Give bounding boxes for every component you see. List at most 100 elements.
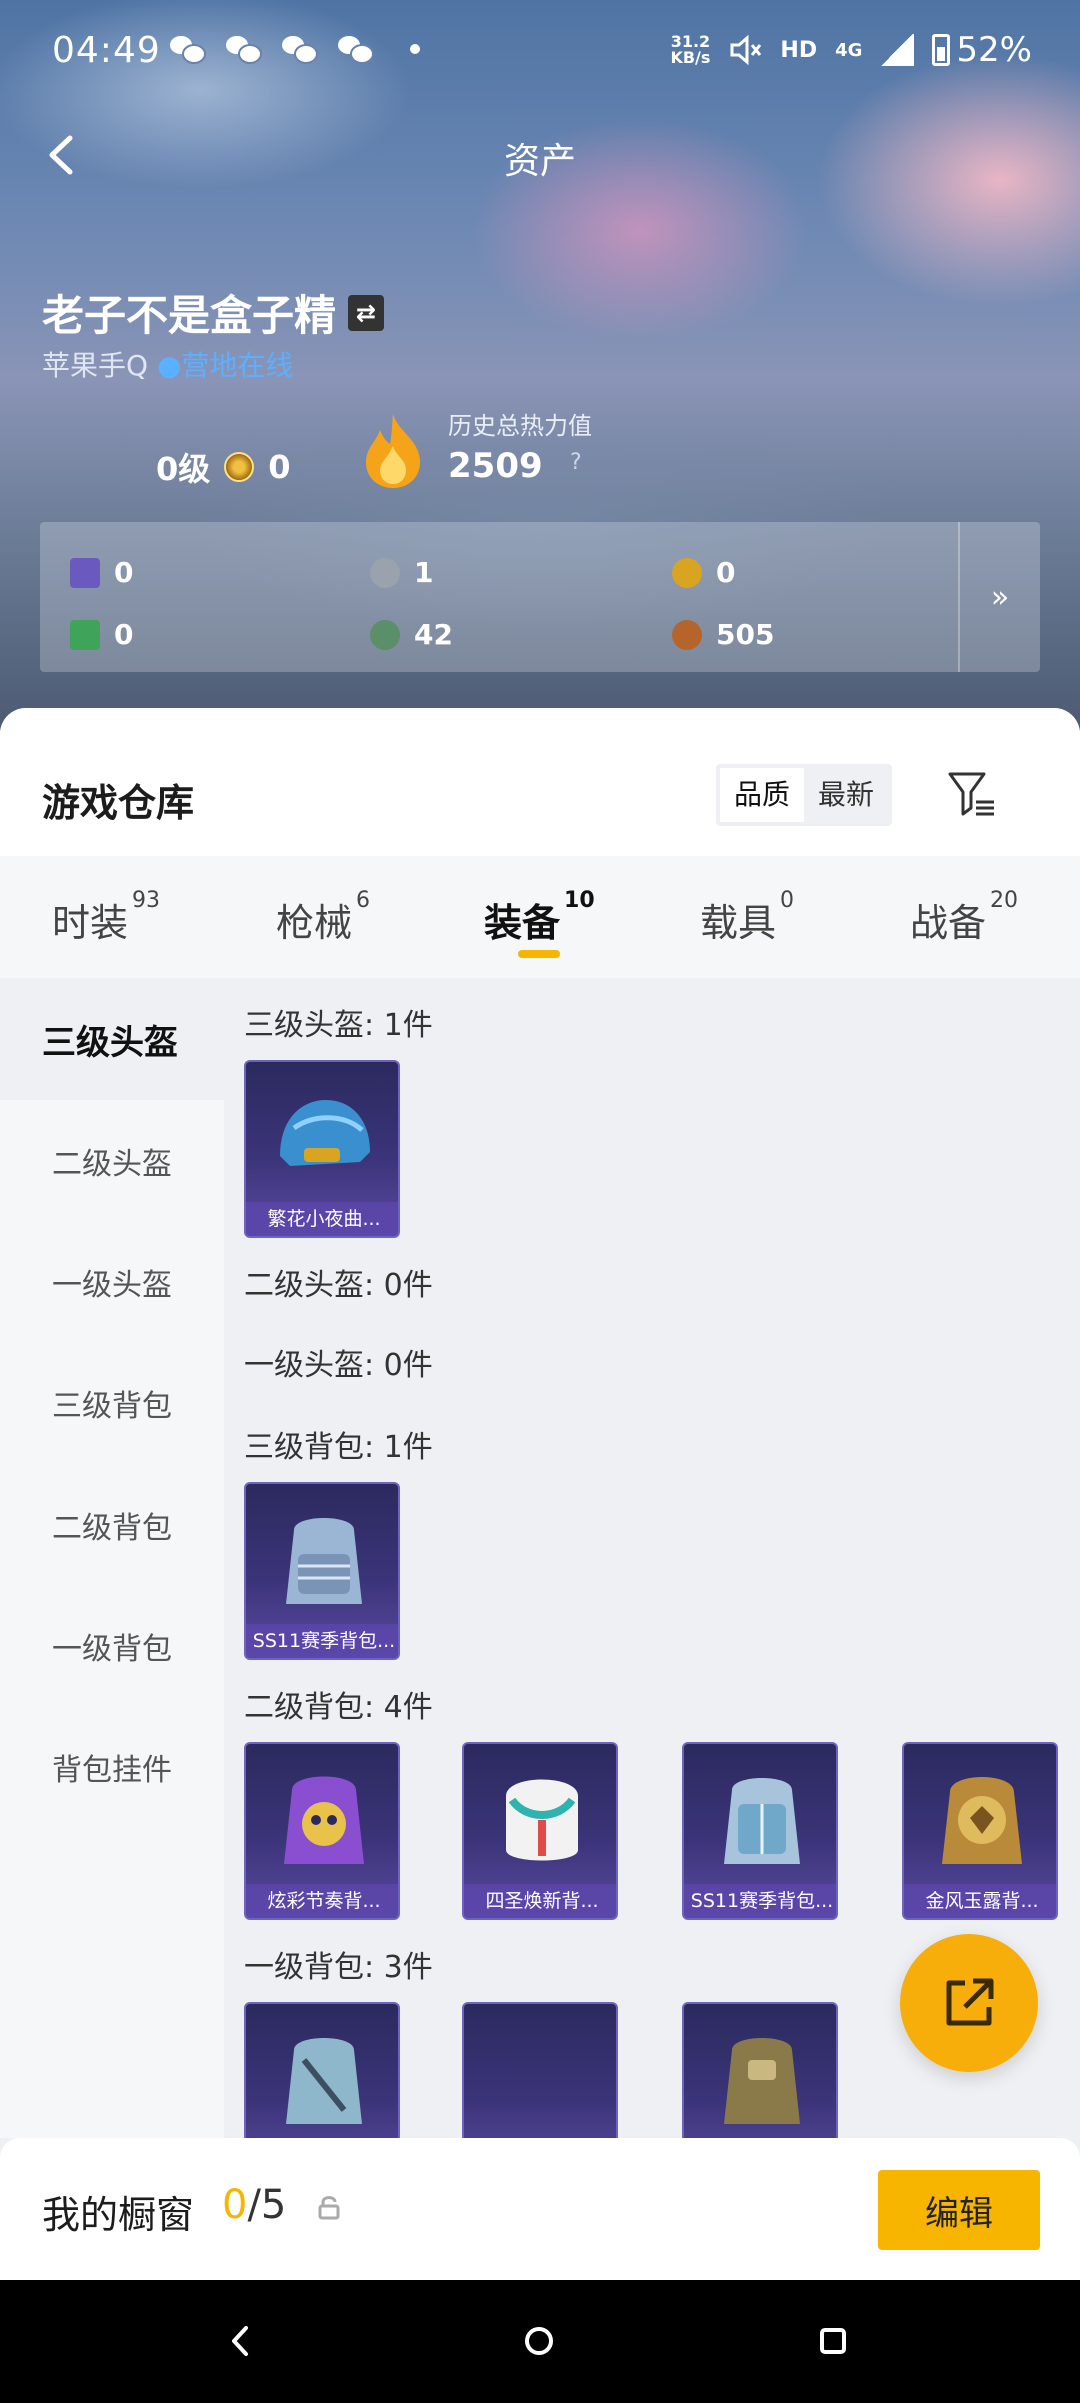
- nav-back-icon[interactable]: [216, 2316, 266, 2366]
- system-navigation-bar: [0, 2280, 1080, 2403]
- nav-home-icon[interactable]: [514, 2316, 564, 2366]
- more-currencies-button[interactable]: »: [958, 522, 1040, 672]
- tab-supplies[interactable]: 战备20: [910, 888, 1018, 947]
- status-time: 04:49: [52, 30, 161, 71]
- tab-equipment[interactable]: 装备10: [484, 888, 595, 947]
- sidebar-item-level2-backpack[interactable]: 二级背包: [0, 1464, 224, 1586]
- profile-subtitle: 苹果手Q ●营地在线: [42, 349, 294, 382]
- section-label: 二级头盔: 0件: [244, 1268, 433, 1303]
- silver-coin-icon: [370, 557, 400, 588]
- lock-icon: [318, 2196, 340, 2220]
- gold-coin-icon: [672, 557, 702, 588]
- sort-toggle: 品质 最新: [716, 764, 893, 826]
- mute-icon: [730, 34, 762, 66]
- currency-item: 0: [70, 556, 133, 589]
- help-icon[interactable]: ?: [570, 450, 582, 475]
- battery: 52%: [932, 30, 1032, 70]
- sidebar-item-backpack-pendant[interactable]: 背包挂件: [0, 1706, 224, 1828]
- sidebar-item-level2-helmet[interactable]: 二级头盔: [0, 1100, 224, 1222]
- flame-icon: [366, 414, 420, 488]
- network-type: 4G: [835, 39, 863, 61]
- wechat-icon: [282, 34, 318, 64]
- page-title: 资产: [503, 141, 576, 182]
- backpack-icon: [286, 1518, 362, 1604]
- item-card[interactable]: [682, 2002, 838, 2138]
- profile-name: 老子不是盒子精 ⇄: [42, 282, 385, 343]
- double-chevron-right-icon: »: [990, 579, 1010, 615]
- item-card[interactable]: 金风玉露背...: [902, 1742, 1058, 1920]
- item-card[interactable]: SS11赛季背包...: [244, 1482, 400, 1660]
- tab-vehicles[interactable]: 载具0: [700, 888, 794, 947]
- backpack-icon: [724, 1778, 800, 1864]
- tab-weapons[interactable]: 枪械6: [276, 888, 370, 947]
- subcategory-sidebar: 三级头盔 二级头盔 一级头盔 三级背包 二级背包 一级背包 背包挂件: [0, 978, 224, 2138]
- section-label: 一级背包: 3件: [244, 1950, 433, 1985]
- backpack-icon: [724, 2038, 800, 2124]
- signal-icon: [880, 34, 915, 66]
- heat-value: 2509: [448, 446, 543, 486]
- hd-icon: HD: [780, 37, 818, 63]
- sidebar-item-level3-backpack[interactable]: 三级背包: [0, 1342, 224, 1464]
- backpack-icon: [286, 2038, 362, 2124]
- more-notifications-dot: [410, 44, 420, 54]
- warehouse-title: 游戏仓库: [42, 781, 195, 825]
- network-speed: 31.2 KB/s: [670, 32, 711, 67]
- section-label: 三级背包: 1件: [244, 1430, 433, 1465]
- share-button[interactable]: [900, 1934, 1038, 2072]
- showcase-label: 我的橱窗: [42, 2193, 195, 2237]
- battery-icon: [932, 34, 951, 66]
- nav-recents-icon[interactable]: [808, 2316, 858, 2366]
- edit-button[interactable]: 编辑: [878, 2170, 1040, 2250]
- item-card[interactable]: 炫彩节奏背...: [244, 1742, 400, 1920]
- system-status-icons: 31.2 KB/s HD 4G 52%: [670, 30, 1032, 70]
- wechat-icon: [338, 34, 374, 64]
- item-card[interactable]: [462, 2002, 618, 2138]
- showcase-bar: 我的橱窗 0/5 编辑: [0, 2138, 1080, 2280]
- sidebar-item-level3-helmet[interactable]: 三级头盔: [0, 978, 224, 1100]
- rank-badge-icon: [224, 452, 255, 482]
- wechat-icon: [170, 34, 206, 64]
- purple-card-icon: [70, 557, 100, 588]
- heat-label: 历史总热力值: [448, 412, 592, 440]
- currency-item: 0: [672, 556, 735, 589]
- green-gem-icon: [370, 619, 400, 650]
- tab-fashion[interactable]: 时装93: [52, 888, 160, 947]
- item-card[interactable]: SS11赛季背包...: [682, 1742, 838, 1920]
- green-card-icon: [70, 619, 100, 650]
- currency-item: 42: [370, 618, 453, 651]
- currency-item: 1: [370, 556, 433, 589]
- showcase-count: 0/5: [222, 2182, 287, 2228]
- warehouse-panel: 游戏仓库 品质 最新 时装93 枪械6 装备10 载具0 战备20 三级头盔 二…: [0, 708, 1080, 2138]
- section-label: 二级背包: 4件: [244, 1690, 433, 1725]
- player-level: 0级 0: [156, 448, 291, 488]
- sort-quality-button[interactable]: 品质: [720, 768, 805, 822]
- backpack-icon: [284, 1776, 364, 1864]
- section-label: 三级头盔: 1件: [244, 1008, 433, 1043]
- battery-percent: 52%: [956, 30, 1032, 70]
- share-icon: [946, 1978, 994, 2026]
- online-status: 营地在线: [181, 349, 294, 382]
- helmet-icon: [280, 1100, 370, 1166]
- wechat-icon: [226, 34, 262, 64]
- item-card[interactable]: 四圣焕新背...: [462, 1742, 618, 1920]
- nav-header: 资产: [0, 110, 1080, 200]
- category-tabs: 时装93 枪械6 装备10 载具0 战备20: [0, 856, 1080, 978]
- active-tab-indicator: [518, 950, 560, 958]
- currency-panel: 0 1 0 0 42 505 »: [40, 522, 1040, 672]
- item-card[interactable]: [244, 2002, 400, 2138]
- status-bar: 04:49 31.2 KB/s HD 4G 52%: [0, 0, 1080, 110]
- backpack-icon: [942, 1777, 1022, 1864]
- backpack-icon: [506, 1779, 578, 1861]
- warehouse-header: 游戏仓库 品质 最新: [0, 708, 1080, 856]
- currency-item: 0: [70, 618, 133, 651]
- section-label: 一级头盔: 0件: [244, 1348, 433, 1383]
- notification-icons: [170, 34, 420, 64]
- currency-item: 505: [672, 618, 774, 651]
- switch-account-icon[interactable]: ⇄: [348, 294, 385, 331]
- sidebar-item-level1-backpack[interactable]: 一级背包: [0, 1585, 224, 1707]
- bronze-coin-icon: [672, 619, 702, 650]
- sidebar-item-level1-helmet[interactable]: 一级头盔: [0, 1221, 224, 1343]
- filter-icon[interactable]: [946, 768, 998, 820]
- item-card[interactable]: 繁花小夜曲...: [244, 1060, 400, 1238]
- sort-latest-button[interactable]: 最新: [804, 768, 888, 822]
